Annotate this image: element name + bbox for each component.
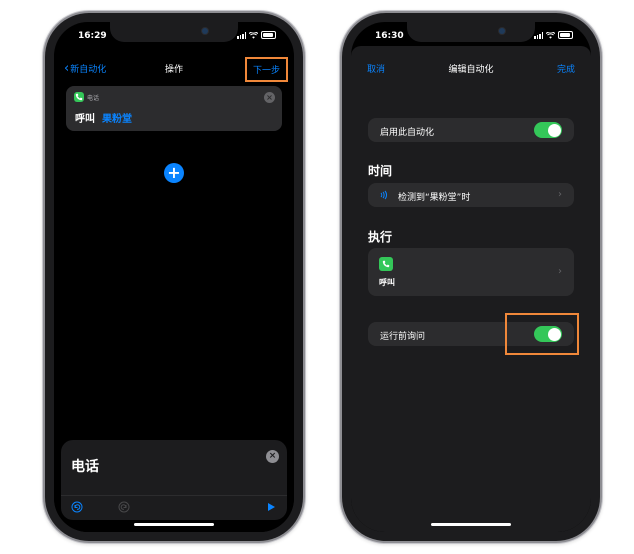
phone-app-icon (74, 92, 84, 102)
undo-icon[interactable] (71, 501, 83, 513)
remove-action-button[interactable]: × (264, 92, 275, 103)
when-section-header: 时间 (368, 164, 393, 178)
wifi-icon (249, 31, 258, 39)
left-phone-frame: 16:29 ‹ 新自动化 操作 下一步 电话 呼叫 果粉堂 × + 电话 × (45, 13, 303, 541)
do-section-header: 执行 (368, 230, 393, 244)
action-row[interactable]: 呼叫 › (368, 248, 574, 296)
ask-before-running-label: 运行前询问 (380, 332, 426, 342)
next-button[interactable]: 下一步 (244, 57, 288, 82)
bottom-toolbar (61, 495, 287, 520)
highlight-box (505, 313, 579, 355)
cellular-signal-icon (237, 31, 246, 39)
nav-title: 编辑自动化 (448, 65, 494, 75)
status-time: 16:30 (375, 31, 404, 41)
enable-automation-row: 启用此自动化 (368, 118, 574, 142)
status-icons (237, 31, 276, 39)
enable-automation-label: 启用此自动化 (380, 128, 435, 138)
phone-app-icon (379, 257, 393, 271)
battery-icon (261, 31, 276, 39)
status-icons (534, 31, 573, 39)
right-phone-frame: 16:30 取消 编辑自动化 完成 启用此自动化 时间 检测到“果粉堂”时 › (342, 13, 600, 541)
trigger-label: 检测到“果粉堂”时 (398, 193, 471, 203)
done-button[interactable]: 完成 (557, 62, 575, 75)
search-input[interactable]: 电话 (71, 456, 99, 476)
action-verb: 呼叫 (75, 114, 95, 125)
home-indicator (134, 523, 214, 526)
notch (110, 22, 238, 42)
home-indicator (431, 523, 511, 526)
chevron-right-icon: › (558, 266, 562, 277)
nfc-icon (380, 190, 387, 200)
enable-automation-toggle[interactable] (534, 122, 562, 138)
battery-icon (558, 31, 573, 39)
trigger-row[interactable]: 检测到“果粉堂”时 › (368, 183, 574, 207)
wifi-icon (546, 31, 555, 39)
clear-search-button[interactable]: × (266, 450, 279, 463)
action-label: 呼叫 (379, 278, 395, 287)
action-search-panel: 电话 × (61, 440, 287, 520)
chevron-right-icon: › (558, 189, 562, 200)
nav-bar: ‹ 新自动化 操作 下一步 (54, 56, 294, 82)
right-phone-screen: 16:30 取消 编辑自动化 完成 启用此自动化 时间 检测到“果粉堂”时 › (351, 22, 591, 532)
contact-token[interactable]: 果粉堂 (102, 110, 132, 125)
status-time: 16:29 (78, 31, 107, 41)
nav-bar: 取消 编辑自动化 完成 (351, 56, 591, 80)
notch (407, 22, 535, 42)
front-camera (202, 28, 208, 34)
cellular-signal-icon (534, 31, 543, 39)
front-camera (499, 28, 505, 34)
add-action-button[interactable]: + (164, 163, 184, 183)
redo-icon[interactable] (118, 501, 130, 513)
app-label: 电话 (87, 95, 100, 102)
call-action-card[interactable]: 电话 呼叫 果粉堂 × (66, 86, 282, 131)
play-icon[interactable] (265, 501, 277, 513)
left-phone-screen: 16:29 ‹ 新自动化 操作 下一步 电话 呼叫 果粉堂 × + 电话 × (54, 22, 294, 532)
